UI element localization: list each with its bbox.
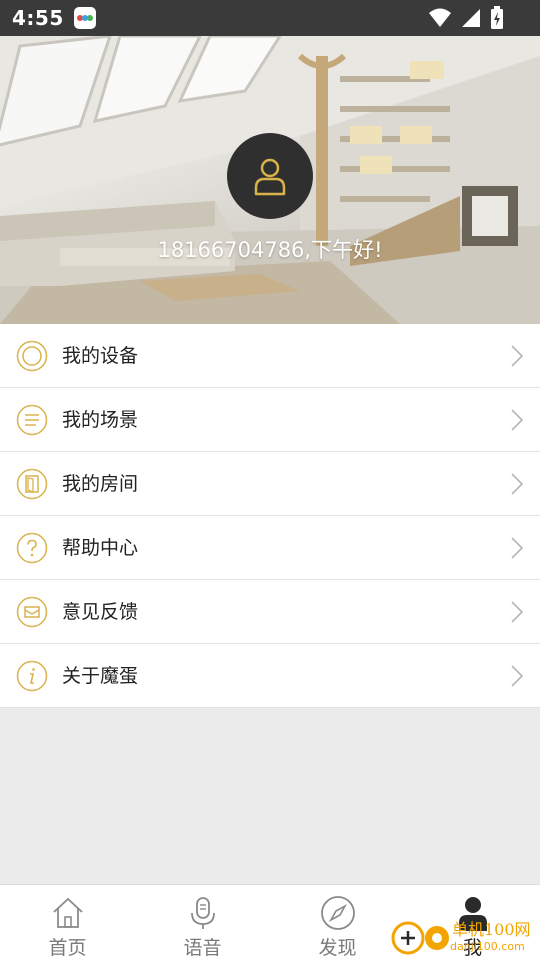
signal-icon: [462, 9, 480, 27]
room-door-icon: [16, 468, 48, 500]
home-icon: [53, 897, 83, 928]
profile-header: 18166704786,下午好!: [0, 36, 540, 324]
avatar[interactable]: [227, 133, 313, 219]
menu-item-label: 我的房间: [62, 473, 139, 495]
greeting-text: 18166704786,下午好!: [157, 238, 383, 262]
status-icons: [428, 6, 504, 30]
menu-item-label: 帮助中心: [62, 537, 139, 559]
scene-icon: [16, 404, 48, 436]
chevron-right-icon: [511, 537, 524, 559]
nav-item-home[interactable]: 首页: [0, 885, 135, 960]
microphone-icon: [191, 897, 215, 929]
user-icon: [254, 158, 286, 196]
nav-item-discover[interactable]: 发现: [270, 885, 405, 960]
status-bar: 4:55: [0, 0, 540, 36]
menu-item-label: 意见反馈: [62, 601, 139, 623]
menu-item-label: 关于魔蛋: [62, 665, 139, 687]
watermark-text: 单机100网: [452, 920, 531, 939]
chevron-right-icon: [511, 345, 524, 367]
nav-item-voice[interactable]: 语音: [135, 885, 270, 960]
feedback-mail-icon: [16, 596, 48, 628]
menu-item-help-center[interactable]: 帮助中心: [0, 516, 540, 580]
chevron-right-icon: [511, 409, 524, 431]
menu-item-label: 我的场景: [62, 409, 139, 431]
watermark-subtext: danji100.com: [450, 940, 525, 953]
nav-label: 首页: [48, 937, 87, 959]
nav-label: 发现: [318, 937, 357, 959]
nav-label: 语音: [183, 937, 222, 959]
status-time: 4:55: [12, 6, 64, 30]
watermark-logo: [391, 921, 449, 955]
watermark: 单机100网 danji100.com: [390, 910, 540, 960]
device-icon: [16, 340, 48, 372]
menu-item-about[interactable]: 关于魔蛋: [0, 644, 540, 708]
info-icon: [16, 660, 48, 692]
chevron-right-icon: [511, 665, 524, 687]
chevron-right-icon: [511, 601, 524, 623]
menu-item-label: 我的设备: [62, 345, 139, 367]
help-icon: [16, 532, 48, 564]
menu-item-feedback[interactable]: 意见反馈: [0, 580, 540, 644]
menu-item-my-rooms[interactable]: 我的房间: [0, 452, 540, 516]
profile-menu: 我的设备 我的场景 我的房间 帮助中心 意见反馈 关于魔蛋: [0, 324, 540, 708]
chevron-right-icon: [511, 473, 524, 495]
compass-icon: [321, 896, 355, 930]
wifi-icon: [429, 8, 451, 27]
battery-icon: [491, 6, 503, 29]
menu-item-my-scenes[interactable]: 我的场景: [0, 388, 540, 452]
menu-item-my-devices[interactable]: 我的设备: [0, 324, 540, 388]
app-notification-icon: [73, 7, 96, 29]
